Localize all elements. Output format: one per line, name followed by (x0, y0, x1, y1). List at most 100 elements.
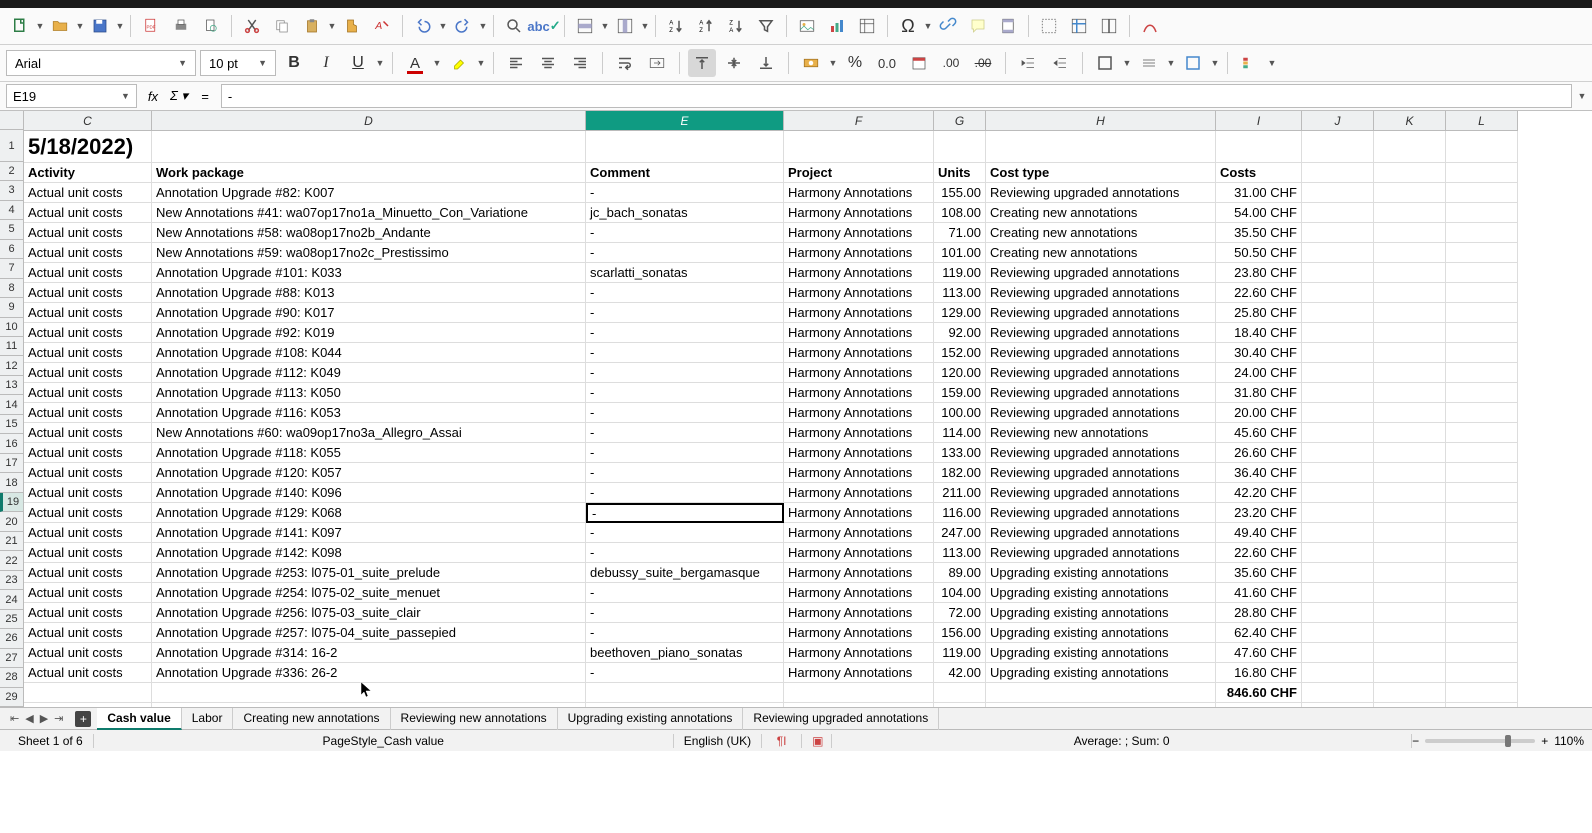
cell[interactable]: Annotation Upgrade #336: 26-2 (152, 663, 586, 683)
cell[interactable]: - (586, 283, 784, 303)
cell[interactable]: 71.00 (934, 223, 986, 243)
cell[interactable] (1446, 363, 1518, 383)
align-left-button[interactable] (502, 49, 530, 77)
cell[interactable]: 247.00 (934, 523, 986, 543)
row-dropdown[interactable]: ▼ (601, 21, 609, 31)
cell[interactable] (934, 131, 986, 163)
cell[interactable]: 35.60 CHF (1216, 563, 1302, 583)
cell[interactable]: Harmony Annotations (784, 383, 934, 403)
cell[interactable] (1302, 703, 1374, 707)
comment-button[interactable] (964, 12, 992, 40)
cell[interactable]: Annotation Upgrade #142: K098 (152, 543, 586, 563)
col-header-G[interactable]: G (934, 111, 986, 131)
col-header-L[interactable]: L (1446, 111, 1518, 131)
sheet-tab[interactable]: Reviewing upgraded annotations (743, 708, 939, 730)
cell[interactable] (1374, 363, 1446, 383)
font-color-button[interactable]: A (401, 49, 429, 77)
redo-button[interactable] (449, 12, 477, 40)
cell[interactable]: Creating new annotations (986, 203, 1216, 223)
header-footer-button[interactable] (994, 12, 1022, 40)
cell[interactable] (1374, 463, 1446, 483)
zoom-value[interactable]: 110% (1554, 734, 1584, 748)
cell[interactable]: Comment (586, 163, 784, 183)
undo-button[interactable] (409, 12, 437, 40)
cell[interactable]: 16.80 CHF (1216, 663, 1302, 683)
cell[interactable]: New Annotations #41: wa07op17no1a_Minuet… (152, 203, 586, 223)
cell[interactable]: Actual unit costs (24, 243, 152, 263)
cell[interactable]: New Annotations #60: wa09op17no3a_Allegr… (152, 423, 586, 443)
cell[interactable]: 120.00 (934, 363, 986, 383)
col-header-H[interactable]: H (986, 111, 1216, 131)
underline-button[interactable]: U (344, 49, 372, 77)
cell[interactable]: - (586, 323, 784, 343)
cell[interactable] (1446, 623, 1518, 643)
cell[interactable]: Actual unit costs (24, 303, 152, 323)
cell[interactable]: Harmony Annotations (784, 483, 934, 503)
highlight-dropdown[interactable]: ▼ (477, 58, 485, 68)
row-header-8[interactable]: 8 (0, 279, 24, 298)
cell[interactable]: 47.60 CHF (1216, 643, 1302, 663)
cell[interactable] (1302, 483, 1374, 503)
sort-desc-button[interactable]: ZA (722, 12, 750, 40)
cell[interactable]: 49.40 CHF (1216, 523, 1302, 543)
cell[interactable] (1446, 303, 1518, 323)
cell[interactable] (1446, 443, 1518, 463)
cell[interactable]: Actual unit costs (24, 283, 152, 303)
cell[interactable]: - (586, 303, 784, 323)
cell[interactable]: Upgrading existing annotations (986, 583, 1216, 603)
cell[interactable]: 5/18/2022) (24, 131, 152, 163)
cell[interactable]: Annotation Upgrade #141: K097 (152, 523, 586, 543)
cell[interactable]: Harmony Annotations (784, 363, 934, 383)
row-header-9[interactable]: 9 (0, 298, 24, 317)
cell[interactable] (1302, 283, 1374, 303)
cell[interactable] (1302, 663, 1374, 683)
row-header-5[interactable]: 5 (0, 220, 24, 239)
cell[interactable]: - (586, 483, 784, 503)
cell[interactable]: Reviewing upgraded annotations (986, 263, 1216, 283)
cell[interactable] (1446, 343, 1518, 363)
prev-sheet-button[interactable]: ◀ (25, 712, 33, 725)
cell[interactable]: Actual unit costs (24, 463, 152, 483)
cell[interactable] (1374, 223, 1446, 243)
cell[interactable]: 155.00 (934, 183, 986, 203)
split-button[interactable] (1095, 12, 1123, 40)
cell[interactable]: - (586, 503, 784, 523)
cell[interactable] (1374, 303, 1446, 323)
cell[interactable] (1302, 363, 1374, 383)
border-style-button[interactable] (1135, 49, 1163, 77)
cell[interactable] (1374, 131, 1446, 163)
cell[interactable]: jc_bach_sonatas (586, 203, 784, 223)
col-dropdown[interactable]: ▼ (641, 21, 649, 31)
cell[interactable]: - (586, 463, 784, 483)
cell[interactable]: 31.80 CHF (1216, 383, 1302, 403)
cell[interactable] (1446, 403, 1518, 423)
cell[interactable] (1302, 131, 1374, 163)
cell[interactable] (1446, 183, 1518, 203)
cell[interactable]: 119.00 (934, 643, 986, 663)
cell[interactable] (1374, 403, 1446, 423)
cell[interactable] (1302, 443, 1374, 463)
calc-status[interactable]: Average: ; Sum: 0 (832, 734, 1412, 748)
cell[interactable]: - (586, 603, 784, 623)
sheet-tab[interactable]: Reviewing new annotations (391, 708, 558, 730)
cell[interactable] (1374, 483, 1446, 503)
cell[interactable]: Actual unit costs (24, 403, 152, 423)
formula-expand[interactable]: ▼ (1578, 91, 1586, 101)
cell[interactable] (1446, 523, 1518, 543)
cell[interactable]: Annotation Upgrade #108: K044 (152, 343, 586, 363)
cell[interactable]: Creating new annotations (986, 223, 1216, 243)
cell[interactable]: 30.40 CHF (1216, 343, 1302, 363)
print-preview-button[interactable] (197, 12, 225, 40)
cell[interactable]: debussy_suite_bergamasque (586, 563, 784, 583)
cell[interactable]: Harmony Annotations (784, 663, 934, 683)
cell[interactable] (1374, 343, 1446, 363)
cell[interactable]: Reviewing upgraded annotations (986, 523, 1216, 543)
cell[interactable]: Work package (152, 163, 586, 183)
align-right-button[interactable] (566, 49, 594, 77)
cell[interactable]: Actual unit costs (24, 623, 152, 643)
cell[interactable]: Harmony Annotations (784, 623, 934, 643)
cell[interactable]: - (586, 423, 784, 443)
cell[interactable] (152, 683, 586, 703)
zoom-out-button[interactable]: − (1412, 734, 1419, 748)
cell[interactable]: 133.00 (934, 443, 986, 463)
